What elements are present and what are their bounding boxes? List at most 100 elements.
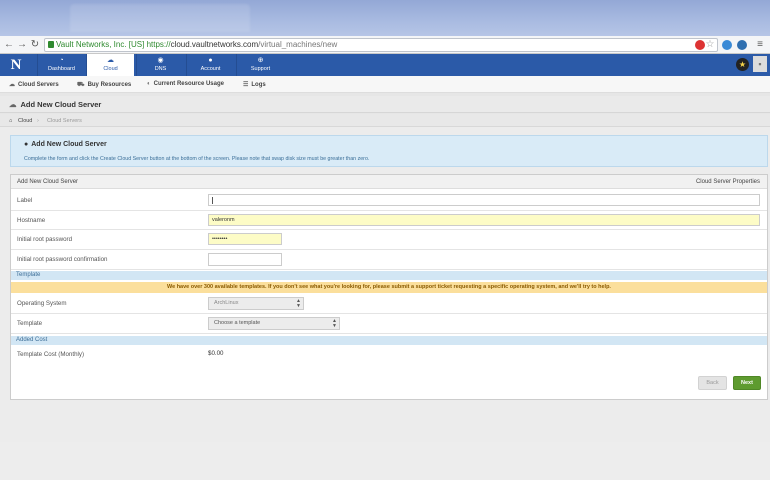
template-notice: We have over 300 available templates. If… — [11, 282, 767, 293]
gauge-icon: ◐ — [147, 81, 151, 87]
account-icon: ● — [208, 57, 213, 64]
url-host: cloud.vaultnetworks.com — [170, 40, 259, 49]
cloud-icon: ☁ — [9, 100, 17, 109]
field-label: Template Cost (Monthly) — [17, 351, 85, 358]
form-row-cost: Template Cost (Monthly) $0.00 — [11, 346, 767, 363]
browser-toolbar: ← → ↻ Vault Networks, Inc. [US] https://… — [0, 36, 770, 54]
section-template: Template — [11, 271, 767, 280]
nav-tab-label: Cloud — [103, 66, 118, 72]
address-bar[interactable]: Vault Networks, Inc. [US] https://cloud.… — [44, 38, 718, 52]
breadcrumb-cloud-servers[interactable]: Cloud Servers — [47, 118, 82, 124]
field-label: Label — [17, 197, 33, 204]
secure-badge[interactable]: Vault Networks, Inc. [US] — [48, 40, 144, 49]
form-row-password-confirm: Initial root password confirmation — [11, 250, 767, 270]
subnav-resource-usage[interactable]: ◐ Current Resource Usage — [147, 81, 224, 87]
subnav-cloud-servers[interactable]: ☁ Cloud Servers — [9, 81, 59, 88]
info-alert: ● Add New Cloud Server Complete the form … — [10, 135, 768, 167]
reload-icon[interactable]: ↻ — [29, 39, 41, 51]
form-row-os: Operating System ArchLinux ▲ ▼ — [11, 294, 767, 314]
hostname-input[interactable]: valeronm — [208, 214, 760, 226]
secure-org-label: Vault Networks, Inc. [US] — [56, 40, 145, 49]
section-added-cost: Added Cost — [11, 336, 767, 345]
nav-tab-label: Account — [200, 66, 221, 72]
browser-titlebar — [0, 0, 770, 36]
nav-tab-label: Dashboard — [48, 66, 75, 72]
template-select[interactable]: Choose a template ▲ ▼ — [208, 317, 340, 330]
nav-tab-account[interactable]: ● Account — [186, 54, 234, 76]
subnav-label: Current Resource Usage — [153, 81, 224, 87]
browser-tab[interactable] — [70, 4, 250, 32]
form-row-password: Initial root password •••••••• — [11, 230, 767, 250]
menu-icon[interactable]: ≡ — [754, 39, 766, 51]
info-icon: ● — [24, 141, 29, 148]
form-row-hostname: Hostname valeronm — [11, 211, 767, 230]
os-select[interactable]: ArchLinux ▲ ▼ — [208, 297, 304, 310]
forward-arrow-icon[interactable]: → — [16, 39, 28, 51]
back-arrow-icon[interactable]: ← — [3, 39, 15, 51]
nav-tab-support[interactable]: ⊕ Support — [236, 54, 284, 76]
cloud-icon: ☁ — [9, 82, 15, 88]
dashboard-icon: ◔ — [59, 57, 64, 64]
breadcrumb: ⌂ Cloud › Cloud Servers — [0, 114, 770, 127]
field-label: Operating System — [17, 300, 67, 307]
subnav-label: Cloud Servers — [18, 82, 59, 88]
page-title: ☁ Add New Cloud Server — [9, 100, 101, 109]
text-cursor — [212, 197, 213, 204]
info-alert-text: Complete the form and click the Create C… — [24, 156, 370, 162]
nav-tab-dashboard[interactable]: ◔ Dashboard — [37, 54, 85, 76]
template-select-value: Choose a template — [214, 320, 261, 326]
nav-tab-dns[interactable]: ◉ DNS — [136, 54, 184, 76]
info-alert-title: ● Add New Cloud Server — [24, 141, 107, 148]
extension-icon[interactable] — [737, 40, 747, 50]
sub-navigation: ☁ Cloud Servers ⛟ Buy Resources ◐ Current R… — [0, 76, 770, 93]
template-cost-value: $0.00 — [208, 350, 224, 357]
lock-icon — [48, 41, 54, 48]
dns-icon: ◉ — [157, 57, 164, 64]
panel-title: Add New Cloud Server — [17, 179, 79, 185]
page-title-text: Add New Cloud Server — [20, 100, 102, 109]
cart-icon: ⛟ — [77, 82, 85, 88]
subnav-logs[interactable]: ☰ Logs — [243, 81, 266, 88]
back-button[interactable]: Back — [698, 376, 727, 390]
form-row-template: Template Choose a template ▲ ▼ — [11, 314, 767, 334]
user-menu-icon[interactable]: ▪ — [753, 56, 767, 72]
form-row-label: Label — [11, 191, 767, 211]
os-select-value: ArchLinux — [214, 300, 239, 306]
password-input[interactable]: •••••••• — [208, 233, 282, 245]
server-form-panel: Add New Cloud Server Cloud Server Proper… — [10, 174, 768, 400]
label-input[interactable] — [208, 194, 760, 206]
subnav-label: Buy Resources — [87, 82, 132, 88]
main-content: ● Add New Cloud Server Complete the form … — [0, 127, 770, 442]
url-scheme: https:// — [146, 40, 171, 49]
field-label: Hostname — [17, 217, 46, 224]
page-footer-area — [0, 442, 770, 480]
password-confirm-input[interactable] — [208, 253, 282, 266]
panel-header: Add New Cloud Server Cloud Server Proper… — [11, 175, 767, 189]
cloud-icon: ☁ — [107, 57, 114, 64]
select-arrows-icon: ▲ ▼ — [296, 298, 301, 309]
panel-subtitle: Cloud Server Properties — [695, 179, 760, 185]
select-arrows-icon: ▲ ▼ — [332, 318, 337, 329]
subnav-buy-resources[interactable]: ⛟ Buy Resources — [77, 81, 131, 89]
main-navigation: N ◔ Dashboard ☁ Cloud ◉ DNS ● Account ⊕ … — [0, 54, 770, 76]
favorites-star-icon[interactable]: ★ — [736, 58, 749, 71]
bookmark-star-icon[interactable]: ☆ — [704, 39, 716, 51]
nav-tab-label: Support — [250, 66, 271, 72]
page-header: ☁ Add New Cloud Server — [0, 96, 770, 113]
next-button[interactable]: Next — [733, 376, 761, 390]
support-icon: ⊕ — [257, 57, 264, 64]
breadcrumb-cloud[interactable]: Cloud — [18, 118, 32, 124]
field-label: Initial root password confirmation — [17, 256, 108, 263]
home-icon: ⌂ — [9, 118, 13, 124]
info-alert-title-text: Add New Cloud Server — [31, 141, 107, 148]
globe-extension-icon[interactable] — [722, 40, 732, 50]
field-label: Initial root password — [17, 236, 73, 243]
chevron-right-icon: › — [37, 118, 39, 124]
url-path: /virtual_machines/new — [258, 40, 338, 49]
nav-tab-label: DNS — [154, 66, 167, 72]
list-icon: ☰ — [243, 82, 249, 88]
field-label: Template — [17, 320, 43, 327]
subnav-label: Logs — [251, 82, 266, 88]
nav-tab-cloud[interactable]: ☁ Cloud — [86, 54, 134, 76]
brand-logo[interactable]: N — [4, 54, 28, 76]
